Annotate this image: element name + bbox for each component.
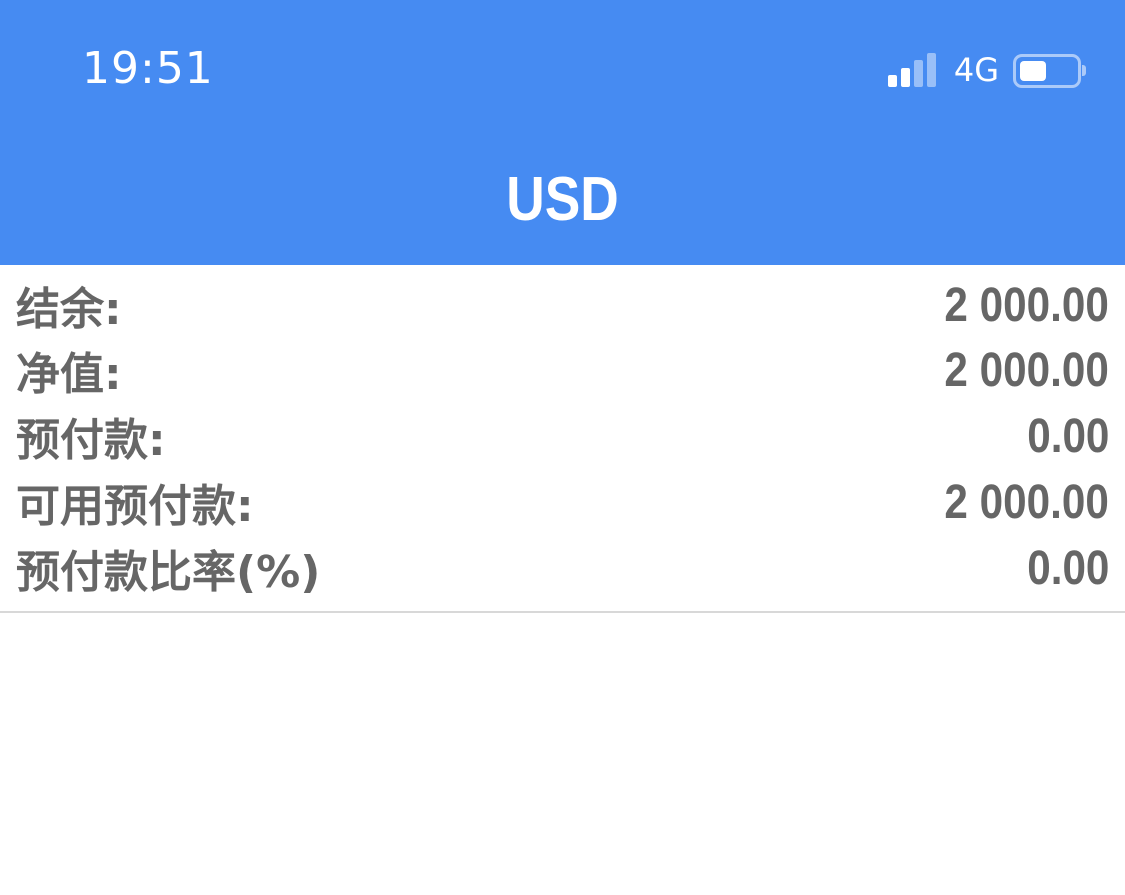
margin-level-label: 预付款比率(%) [16, 547, 321, 598]
margin-value: 0.00 [1026, 409, 1109, 463]
balance-row: 结余: 2 000.00 [16, 275, 1109, 336]
margin-level-value: 0.00 [1026, 541, 1109, 595]
status-time: 19:51 [82, 43, 214, 94]
balance-label: 结余: [16, 284, 122, 335]
page-title: USD [506, 165, 619, 234]
signal-bar [926, 53, 936, 87]
free-margin-label: 可用预付款: [16, 481, 254, 532]
app-header: 19:51 4G USD [0, 0, 1125, 265]
equity-label: 净值: [16, 349, 122, 400]
free-margin-value: 2 000.00 [944, 475, 1109, 529]
margin-row: 预付款: 0.00 [16, 406, 1109, 467]
signal-bar [900, 68, 910, 87]
battery-cap [1082, 65, 1086, 76]
battery-level [1020, 61, 1046, 81]
balance-value: 2 000.00 [944, 278, 1109, 332]
network-type: 4G [953, 51, 999, 89]
signal-bar [913, 60, 923, 87]
margin-level-row: 预付款比率(%) 0.00 [16, 538, 1109, 599]
signal-strength-icon [887, 53, 940, 87]
battery-icon [1013, 52, 1086, 88]
account-summary: 结余: 2 000.00 净值: 2 000.00 预付款: 0.00 可用预付… [0, 265, 1125, 613]
signal-bar [887, 75, 897, 87]
status-indicators: 4G [887, 48, 1086, 92]
margin-label: 预付款: [16, 415, 166, 466]
equity-value: 2 000.00 [944, 343, 1109, 397]
equity-row: 净值: 2 000.00 [16, 340, 1109, 401]
free-margin-row: 可用预付款: 2 000.00 [16, 472, 1109, 533]
